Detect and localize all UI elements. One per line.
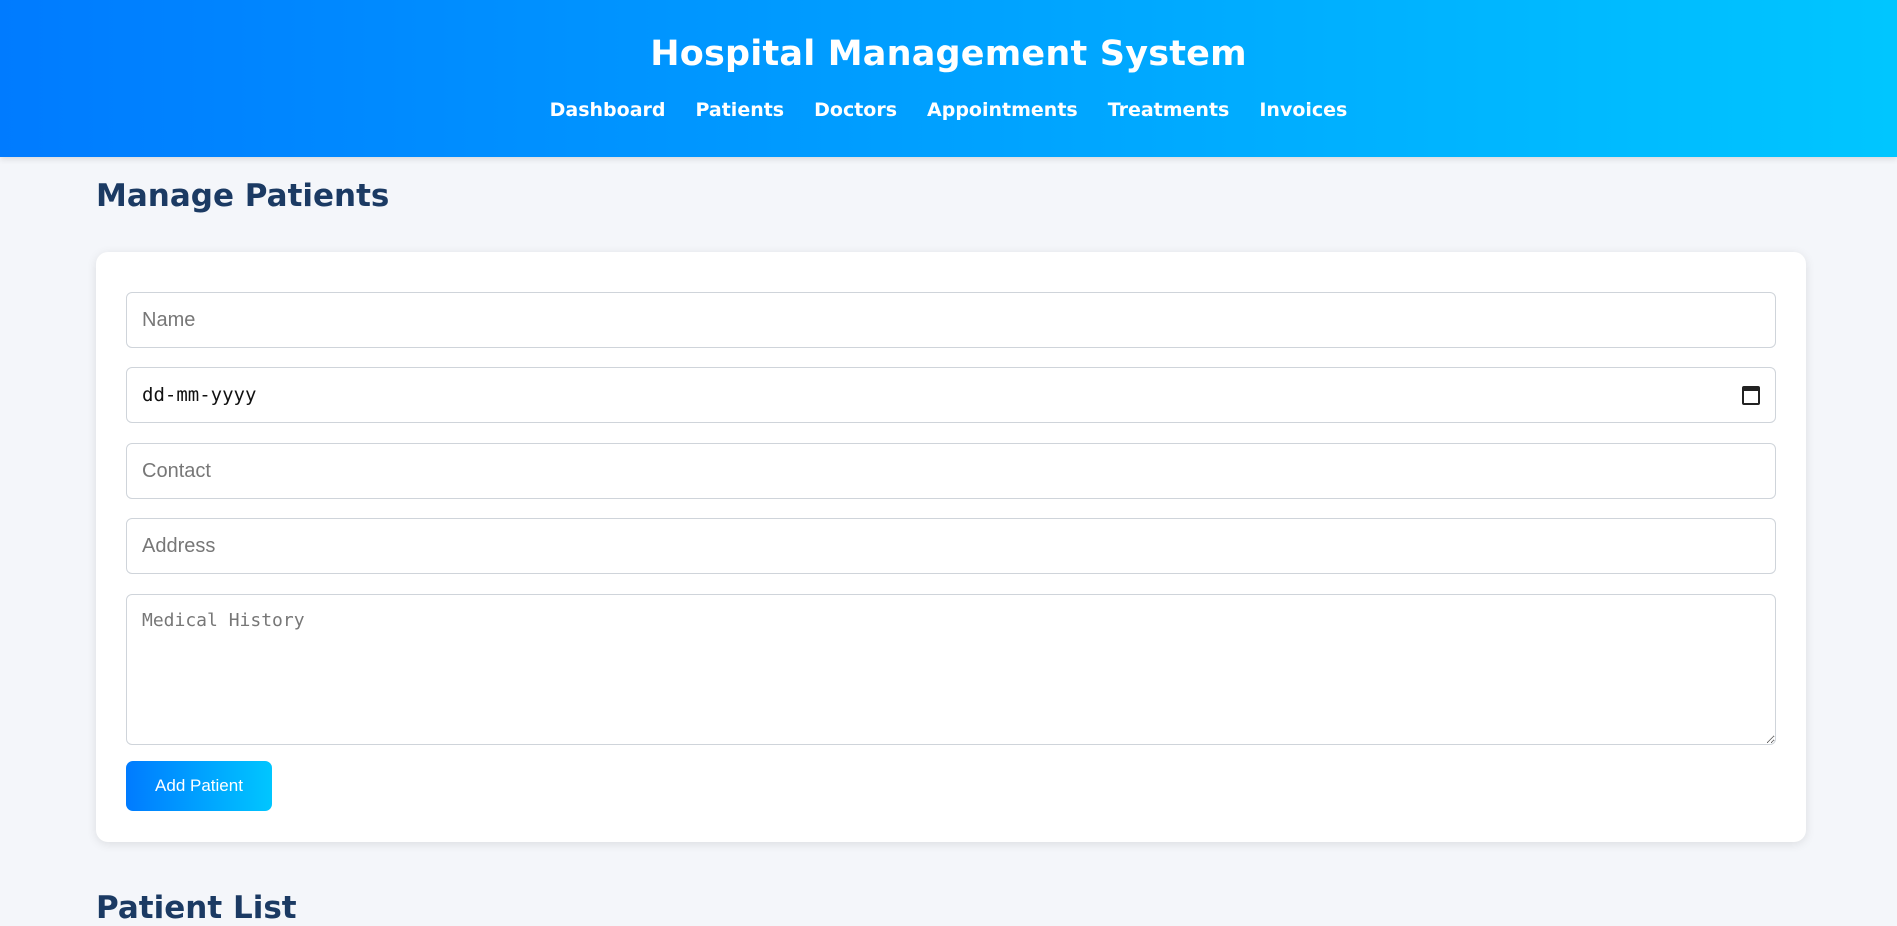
nav-item-appointments[interactable]: Appointments [927,99,1078,121]
history-wrapper [96,594,1806,745]
dob-date-input[interactable]: dd-mm-yyyy [126,367,1776,423]
nav-item-patients[interactable]: Patients [695,99,784,121]
nav-item-doctors[interactable]: Doctors [814,99,897,121]
app-title: Hospital Management System [650,34,1247,74]
nav-item-invoices[interactable]: Invoices [1259,99,1347,121]
address-input[interactable] [126,518,1776,574]
dob-value: dd-mm-yyyy [142,384,257,406]
calendar-icon[interactable] [1742,385,1760,405]
main-nav: Dashboard Patients Doctors Appointments … [0,99,1897,121]
patient-list-title: Patient List [96,890,297,926]
app-header: Hospital Management System Dashboard Pat… [0,0,1897,157]
add-patient-button[interactable]: Add Patient [126,761,272,811]
contact-input[interactable] [126,443,1776,499]
page-title: Manage Patients [96,178,390,214]
patient-form: dd-mm-yyyy Add Patient [96,252,1806,842]
name-input[interactable] [126,292,1776,348]
nav-item-dashboard[interactable]: Dashboard [550,99,666,121]
medical-history-textarea[interactable] [126,594,1776,745]
nav-item-treatments[interactable]: Treatments [1108,99,1230,121]
